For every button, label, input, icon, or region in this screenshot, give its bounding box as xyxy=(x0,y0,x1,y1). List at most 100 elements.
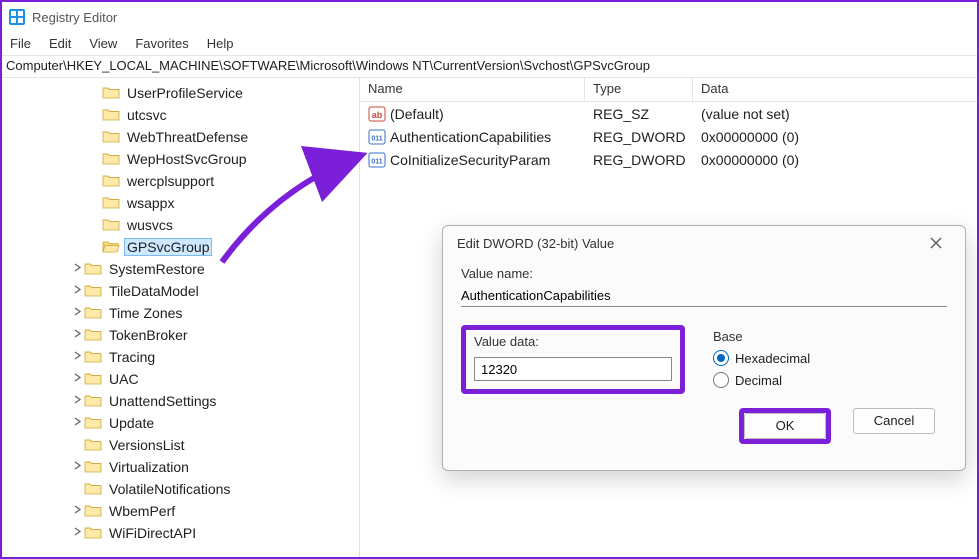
tree-item-label: WepHostSvcGroup xyxy=(124,150,250,168)
addressbar[interactable]: Computer\HKEY_LOCAL_MACHINE\SOFTWARE\Mic… xyxy=(2,56,977,78)
ok-highlight: OK xyxy=(739,408,831,444)
tree-item[interactable]: TileDataModel xyxy=(2,280,359,302)
chevron-right-icon[interactable] xyxy=(70,263,84,275)
dialog-titlebar[interactable]: Edit DWORD (32-bit) Value xyxy=(443,226,965,260)
chevron-right-icon[interactable] xyxy=(70,351,84,363)
value-data-input[interactable] xyxy=(474,357,672,381)
tree-item[interactable]: Tracing xyxy=(2,346,359,368)
chevron-right-icon[interactable] xyxy=(70,373,84,385)
tree-item-label: WiFiDirectAPI xyxy=(106,524,199,542)
folder-icon xyxy=(102,173,120,189)
tree-item[interactable]: TokenBroker xyxy=(2,324,359,346)
chevron-right-icon[interactable] xyxy=(70,527,84,539)
folder-icon xyxy=(84,525,102,541)
reg-dword-icon: 011 xyxy=(368,151,386,169)
tree-item-label: WebThreatDefense xyxy=(124,128,251,146)
ok-button[interactable]: OK xyxy=(744,413,826,439)
menubar: File Edit View Favorites Help xyxy=(2,32,977,56)
base-group: Base Hexadecimal Decimal xyxy=(713,325,810,388)
folder-icon xyxy=(102,107,120,123)
folder-icon xyxy=(84,393,102,409)
column-header-type[interactable]: Type xyxy=(585,78,693,101)
tree-item[interactable]: utcsvc xyxy=(2,104,359,126)
reg-sz-icon: ab xyxy=(368,105,386,123)
value-row[interactable]: 011AuthenticationCapabilities REG_DWORD0x… xyxy=(360,125,977,148)
close-icon[interactable] xyxy=(917,230,955,256)
tree-item[interactable]: GPSvcGroup xyxy=(2,236,359,258)
chevron-right-icon[interactable] xyxy=(70,285,84,297)
chevron-right-icon[interactable] xyxy=(70,329,84,341)
chevron-right-icon[interactable] xyxy=(70,307,84,319)
value-name: AuthenticationCapabilities xyxy=(390,129,551,145)
folder-icon xyxy=(84,371,102,387)
value-row[interactable]: ab(Default)REG_SZ(value not set) xyxy=(360,102,977,125)
menu-help[interactable]: Help xyxy=(207,36,234,51)
value-data: 0x00000000 (0) xyxy=(693,129,977,145)
value-name: (Default) xyxy=(390,106,444,122)
tree-item[interactable]: Time Zones xyxy=(2,302,359,324)
column-header-name[interactable]: Name xyxy=(360,78,585,101)
tree-item[interactable]: VersionsList xyxy=(2,434,359,456)
tree-item[interactable]: Update xyxy=(2,412,359,434)
folder-icon xyxy=(84,283,102,299)
tree-item-label: VolatileNotifications xyxy=(106,480,233,498)
tree-item[interactable]: wercplsupport xyxy=(2,170,359,192)
tree-item[interactable]: VolatileNotifications xyxy=(2,478,359,500)
tree-item[interactable]: WebThreatDefense xyxy=(2,126,359,148)
tree-item[interactable]: wsappx xyxy=(2,192,359,214)
tree-item[interactable]: WiFiDirectAPI xyxy=(2,522,359,544)
folder-icon xyxy=(102,151,120,167)
window-title: Registry Editor xyxy=(32,10,117,25)
tree-item-label: utcsvc xyxy=(124,106,170,124)
tree-item-label: VersionsList xyxy=(106,436,187,454)
value-data-highlight: Value data: xyxy=(461,325,685,394)
column-header-data[interactable]: Data xyxy=(693,78,977,101)
tree-item[interactable]: UAC xyxy=(2,368,359,390)
radio-decimal[interactable]: Decimal xyxy=(713,372,810,388)
tree-item-label: WbemPerf xyxy=(106,502,178,520)
tree-item-label: wusvcs xyxy=(124,216,176,234)
folder-icon xyxy=(84,415,102,431)
value-data-label: Value data: xyxy=(474,334,672,349)
chevron-right-icon[interactable] xyxy=(70,505,84,517)
reg-dword-icon: 011 xyxy=(368,128,386,146)
registry-editor-icon xyxy=(8,8,26,26)
svg-text:011: 011 xyxy=(371,158,382,165)
menu-edit[interactable]: Edit xyxy=(49,36,71,51)
tree-item-label: UserProfileService xyxy=(124,84,246,102)
tree-item-label: Update xyxy=(106,414,157,432)
tree-item[interactable]: UserProfileService xyxy=(2,82,359,104)
value-type: REG_DWORD xyxy=(585,152,693,168)
tree-item[interactable]: Virtualization xyxy=(2,456,359,478)
tree-item[interactable]: WbemPerf xyxy=(2,500,359,522)
folder-icon xyxy=(84,481,102,497)
menu-file[interactable]: File xyxy=(10,36,31,51)
titlebar: Registry Editor xyxy=(2,2,977,32)
folder-icon xyxy=(84,459,102,475)
chevron-right-icon[interactable] xyxy=(70,395,84,407)
value-row[interactable]: 011CoInitializeSecurityParamREG_DWORD0x0… xyxy=(360,148,977,171)
cancel-button[interactable]: Cancel xyxy=(853,408,935,434)
folder-open-icon xyxy=(102,239,120,255)
folder-icon xyxy=(84,305,102,321)
chevron-right-icon[interactable] xyxy=(70,461,84,473)
folder-icon xyxy=(102,217,120,233)
radio-hexadecimal[interactable]: Hexadecimal xyxy=(713,350,810,366)
chevron-right-icon[interactable] xyxy=(70,417,84,429)
value-rows: ab(Default)REG_SZ(value not set)011Authe… xyxy=(360,102,977,171)
tree-pane[interactable]: UserProfileService utcsvc WebThreatDefense… xyxy=(2,78,360,557)
tree-item[interactable]: UnattendSettings xyxy=(2,390,359,412)
edit-dword-dialog: Edit DWORD (32-bit) Value Value name: Va… xyxy=(442,225,966,471)
value-name-input[interactable] xyxy=(461,285,947,307)
menu-favorites[interactable]: Favorites xyxy=(135,36,188,51)
tree-item[interactable]: WepHostSvcGroup xyxy=(2,148,359,170)
value-data: (value not set) xyxy=(693,106,977,122)
menu-view[interactable]: View xyxy=(89,36,117,51)
value-type: REG_DWORD xyxy=(585,129,693,145)
tree-item[interactable]: SystemRestore xyxy=(2,258,359,280)
dialog-body: Value name: Value data: Base Hexadecimal… xyxy=(443,260,965,454)
tree-item-label: Tracing xyxy=(106,348,158,366)
radio-label-dec: Decimal xyxy=(735,373,782,388)
folder-icon xyxy=(102,195,120,211)
tree-item[interactable]: wusvcs xyxy=(2,214,359,236)
